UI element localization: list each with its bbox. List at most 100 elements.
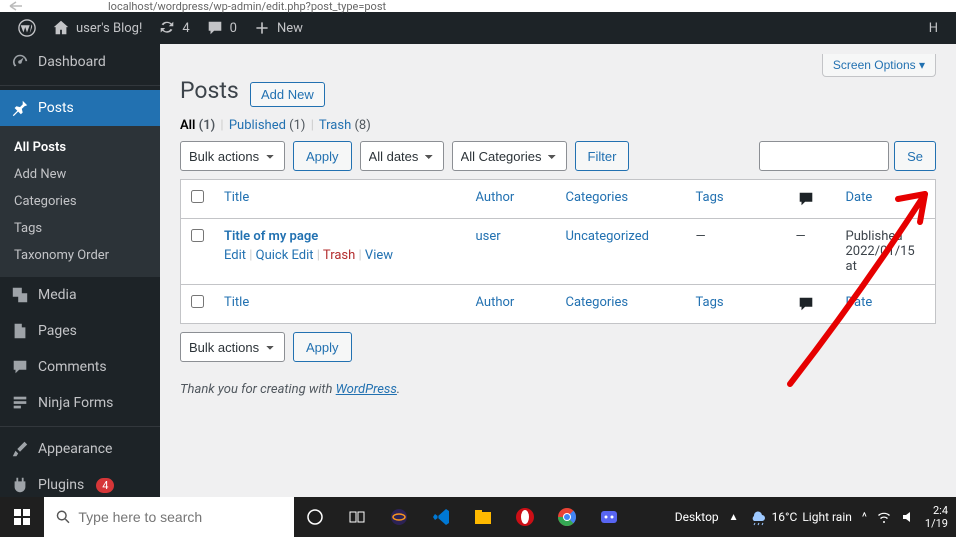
apply-button-bottom[interactable]: Apply: [293, 332, 352, 362]
menu-posts[interactable]: Posts: [0, 90, 160, 126]
col-tags: Tags: [686, 180, 786, 219]
select-all-top[interactable]: [191, 190, 204, 203]
site-home-link[interactable]: user's Blog!: [44, 12, 150, 44]
select-all-bottom[interactable]: [191, 295, 204, 308]
row-date: Published 2022/01/15 at: [836, 219, 936, 285]
weather-widget[interactable]: 16°C Light rain: [749, 508, 852, 526]
comment-count: 0: [230, 21, 237, 36]
menu-ninja-forms[interactable]: Ninja Forms: [0, 385, 160, 421]
taskbar-search-input[interactable]: [78, 509, 282, 525]
app-chrome[interactable]: [546, 497, 588, 537]
browser-url: localhost/wordpress/wp-admin/edit.php?po…: [108, 0, 386, 13]
filter-trash[interactable]: Trash (8): [319, 118, 371, 133]
form-icon: [10, 393, 30, 413]
menu-plugins[interactable]: Plugins 4: [0, 467, 160, 497]
app-vscode[interactable]: [420, 497, 462, 537]
date-filter-select[interactable]: All dates: [360, 141, 444, 171]
menu-pages[interactable]: Pages: [0, 313, 160, 349]
post-status-filters: All (1) | Published (1) | Trash (8): [180, 118, 936, 133]
plugin-icon: [10, 475, 30, 495]
sound-icon[interactable]: [901, 510, 915, 524]
app-cortana[interactable]: [294, 497, 336, 537]
home-icon: [52, 19, 70, 37]
col-categories-foot: Categories: [556, 285, 686, 324]
plus-icon: [253, 19, 271, 37]
col-author[interactable]: Author: [466, 180, 556, 219]
row-checkbox[interactable]: [191, 229, 204, 242]
comments-link[interactable]: 0: [198, 12, 245, 44]
search-button[interactable]: Se: [894, 141, 936, 171]
col-comments-foot[interactable]: [786, 285, 836, 324]
site-name: user's Blog!: [76, 21, 142, 36]
main-content: Screen Options ▾ Posts Add New All (1) |…: [160, 44, 956, 497]
row-category-link[interactable]: Uncategorized: [566, 229, 649, 244]
filter-published[interactable]: Published (1): [229, 118, 306, 133]
menu-appearance[interactable]: Appearance: [0, 431, 160, 467]
row-view[interactable]: View: [365, 248, 393, 263]
desktop-label[interactable]: Desktop: [675, 510, 719, 524]
row-tags: —: [686, 219, 786, 285]
col-date[interactable]: Date: [836, 180, 936, 219]
row-quick-edit[interactable]: Quick Edit: [256, 248, 314, 263]
col-date-foot[interactable]: Date: [836, 285, 936, 324]
wp-logo[interactable]: [10, 12, 44, 44]
new-content-link[interactable]: New: [245, 12, 311, 44]
category-filter-select[interactable]: All Categories: [452, 141, 567, 171]
submenu-categories[interactable]: Categories: [0, 188, 160, 215]
start-button[interactable]: [0, 497, 44, 537]
app-eclipse[interactable]: [378, 497, 420, 537]
row-trash[interactable]: Trash: [323, 248, 355, 263]
menu-dashboard[interactable]: Dashboard: [0, 44, 160, 80]
pin-icon: [10, 98, 30, 118]
updates-link[interactable]: 4: [150, 12, 197, 44]
add-new-button[interactable]: Add New: [250, 82, 325, 107]
admin-sidebar: Dashboard Posts All Posts Add New Catego…: [0, 44, 160, 497]
tablenav-top: Bulk actions Apply All dates All Categor…: [180, 141, 936, 171]
menu-comments[interactable]: Comments: [0, 349, 160, 385]
bulk-action-select-bottom[interactable]: Bulk actions: [180, 332, 285, 362]
taskbar-search[interactable]: [44, 497, 294, 537]
post-title-link[interactable]: Title of my page: [224, 229, 318, 244]
submenu-taxonomy-order[interactable]: Taxonomy Order: [0, 242, 160, 269]
col-tags-foot: Tags: [686, 285, 786, 324]
col-title[interactable]: Title: [214, 180, 466, 219]
submenu-all-posts[interactable]: All Posts: [0, 134, 160, 161]
filter-all[interactable]: All (1): [180, 118, 215, 133]
app-discord[interactable]: [588, 497, 630, 537]
menu-media[interactable]: Media: [0, 277, 160, 313]
apply-button-top[interactable]: Apply: [293, 141, 352, 171]
bulk-action-select-top[interactable]: Bulk actions: [180, 141, 285, 171]
col-comments[interactable]: [786, 180, 836, 219]
col-title-foot[interactable]: Title: [214, 285, 466, 324]
app-opera[interactable]: [504, 497, 546, 537]
posts-submenu: All Posts Add New Categories Tags Taxono…: [0, 126, 160, 277]
wifi-icon[interactable]: [877, 510, 891, 524]
filter-button[interactable]: Filter: [575, 141, 630, 171]
app-taskview[interactable]: [336, 497, 378, 537]
col-categories: Categories: [556, 180, 686, 219]
submenu-tags[interactable]: Tags: [0, 215, 160, 242]
tray-chevron[interactable]: ^: [862, 510, 867, 524]
comments-icon: [10, 357, 30, 377]
col-author-foot[interactable]: Author: [466, 285, 556, 324]
howdy-user[interactable]: H: [921, 12, 946, 44]
new-label: New: [277, 21, 303, 36]
wordpress-link[interactable]: WordPress: [336, 382, 397, 397]
windows-taskbar: Desktop ▲ 16°C Light rain ^ 2:4 1/19: [0, 497, 956, 537]
browser-address-bar: localhost/wordpress/wp-admin/edit.php?po…: [0, 0, 956, 12]
search-input[interactable]: [759, 141, 889, 171]
row-actions: Edit | Quick Edit | Trash | View: [224, 248, 456, 263]
footer-thanks: Thank you for creating with WordPress.: [180, 382, 936, 397]
taskbar-clock[interactable]: 2:4 1/19: [925, 504, 948, 530]
comment-icon: [206, 19, 224, 37]
submenu-add-new[interactable]: Add New: [0, 161, 160, 188]
page-icon: [10, 321, 30, 341]
app-explorer[interactable]: [462, 497, 504, 537]
row-edit[interactable]: Edit: [224, 248, 246, 263]
tablenav-bottom: Bulk actions Apply: [180, 332, 936, 362]
wp-admin-bar: user's Blog! 4 0 New H: [0, 12, 956, 44]
row-author-link[interactable]: user: [476, 229, 501, 244]
taskbar-apps: [294, 497, 630, 537]
update-count: 4: [182, 21, 189, 36]
screen-options-toggle[interactable]: Screen Options ▾: [822, 54, 936, 77]
